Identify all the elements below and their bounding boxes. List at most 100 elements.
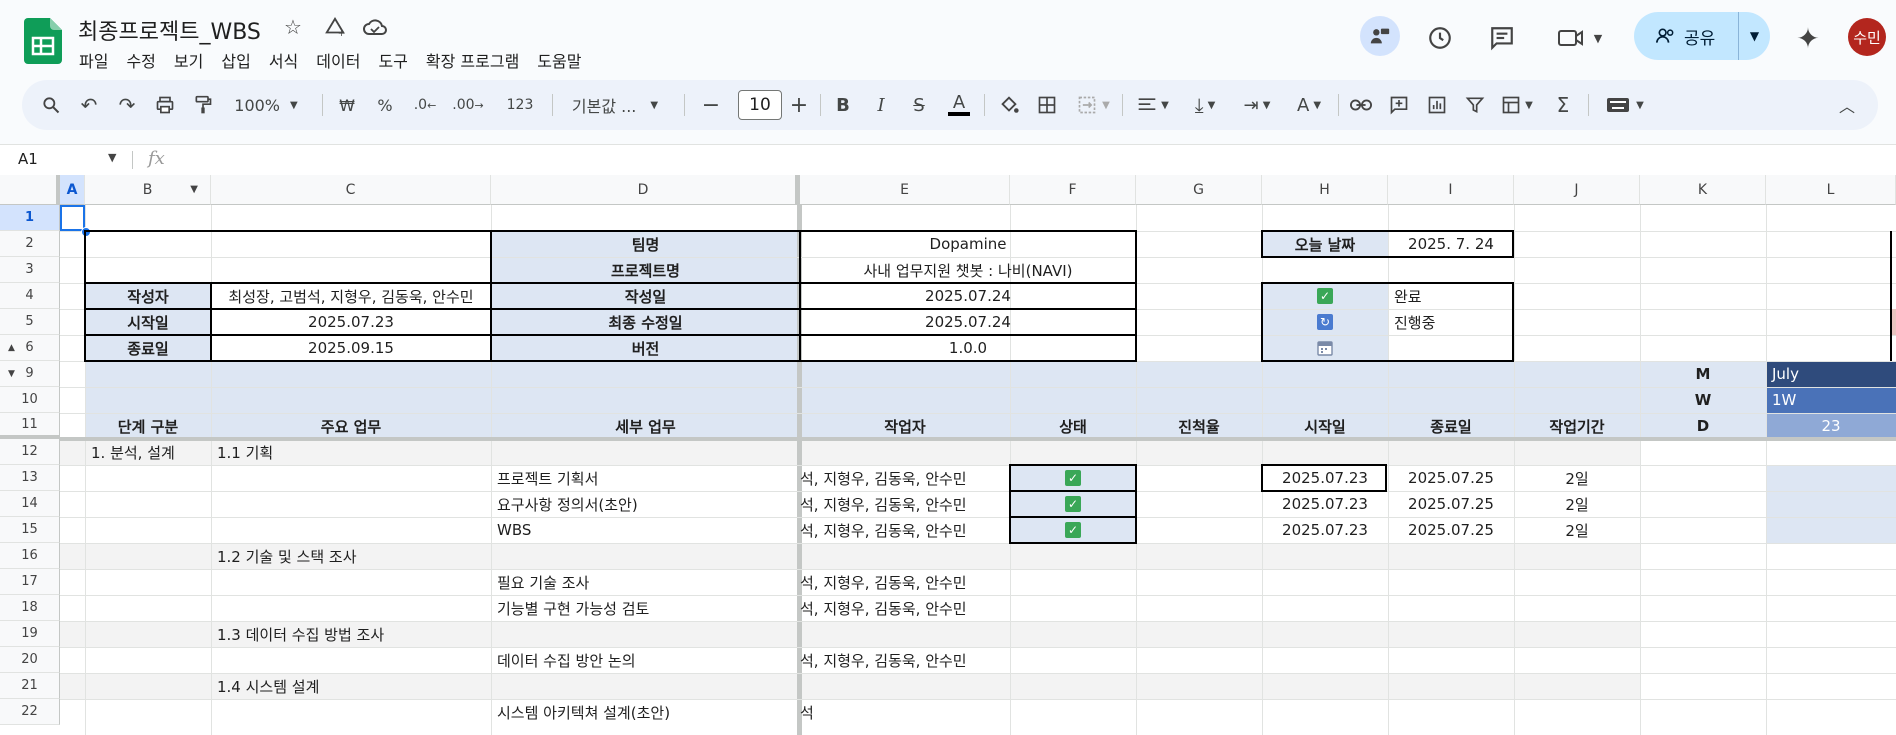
column-header-e[interactable]: E xyxy=(800,175,1010,205)
fill-handle[interactable] xyxy=(81,227,91,237)
task-2-start[interactable]: 2025.07.23 xyxy=(1262,491,1388,517)
task-1-start[interactable]: 2025.07.23 xyxy=(1262,465,1388,491)
task-2-status-checkbox-icon[interactable]: ✓ xyxy=(1010,491,1136,517)
column-header-j[interactable]: J xyxy=(1514,175,1640,205)
row-header-15[interactable]: 15 xyxy=(0,517,60,543)
format-percent-button[interactable]: % xyxy=(372,88,398,122)
row-header-10[interactable]: 10 xyxy=(0,387,60,413)
task-architecture[interactable]: 시스템 아키텍쳐 설계(초안) xyxy=(491,699,800,725)
format-currency-button[interactable]: ₩ xyxy=(334,88,360,122)
row-header-4[interactable]: 4 xyxy=(0,283,60,309)
share-dropdown-chevron-icon[interactable]: ▼ xyxy=(1739,29,1770,43)
chat-bubble-icon[interactable] xyxy=(1360,16,1400,56)
menu-extensions[interactable]: 확장 프로그램 xyxy=(417,48,528,71)
row-header-20[interactable]: 20 xyxy=(0,647,60,673)
collapse-toolbar-icon[interactable]: ︿ xyxy=(1832,88,1862,122)
row-header-22[interactable]: 22 xyxy=(0,699,60,725)
task-1-worker[interactable]: 석, 지형우, 김동욱, 안수민 xyxy=(800,465,1010,491)
today-value[interactable]: 2025. 7. 24 xyxy=(1388,231,1514,257)
row-header-9[interactable]: ▼ 9 xyxy=(0,361,60,387)
filter-views-icon[interactable]: ▼ xyxy=(1494,88,1540,122)
row-header-14[interactable]: 14 xyxy=(0,491,60,517)
input-tools-keyboard-icon[interactable]: ▼ xyxy=(1598,88,1652,122)
row-header-13[interactable]: 13 xyxy=(0,465,60,491)
author-value[interactable]: 최성장, 고범석, 지형우, 김동욱, 안수민 xyxy=(211,283,491,309)
functions-sigma-icon[interactable]: Σ xyxy=(1548,88,1578,122)
text-color-icon[interactable]: A xyxy=(942,88,976,122)
row-header-1[interactable]: 1 xyxy=(0,205,60,231)
increase-font-size-icon[interactable]: + xyxy=(786,88,812,122)
strikethrough-icon[interactable]: S xyxy=(904,88,934,122)
row-header-19[interactable]: 19 xyxy=(0,621,60,647)
filter-icon[interactable] xyxy=(1460,88,1490,122)
task-6-worker[interactable]: 석, 지형우, 김동욱, 안수민 xyxy=(800,647,1010,673)
selected-cell-a1[interactable] xyxy=(60,205,85,231)
team-value[interactable]: Dopamine xyxy=(800,231,1136,257)
task-requirements[interactable]: 요구사항 정의서(초안) xyxy=(491,491,800,517)
task-data-collection[interactable]: 데이터 수집 방안 논의 xyxy=(491,647,800,673)
horizontal-align-icon[interactable]: ▼ xyxy=(1130,88,1176,122)
redo-icon[interactable]: ↷ xyxy=(112,88,142,122)
increase-decimal-button[interactable]: .00 → xyxy=(448,88,488,122)
move-to-drive-icon[interactable]: + xyxy=(320,12,350,42)
created-value[interactable]: 2025.07.24 xyxy=(800,283,1136,309)
column-header-k[interactable]: K xyxy=(1640,175,1766,205)
column-header-c[interactable]: C xyxy=(211,175,491,205)
column-header-d[interactable]: D xyxy=(491,175,800,205)
version-history-icon[interactable] xyxy=(1418,18,1462,58)
task-3-start[interactable]: 2025.07.23 xyxy=(1262,517,1388,543)
filter-dropdown-icon[interactable]: ▼ xyxy=(190,184,198,195)
task-1-end[interactable]: 2025.07.25 xyxy=(1388,465,1514,491)
column-header-g[interactable]: G xyxy=(1136,175,1262,205)
row-header-17[interactable]: 17 xyxy=(0,569,60,595)
zoom-select[interactable]: 100% ▼ xyxy=(230,88,302,122)
project-value[interactable]: 사내 업무지원 챗봇 : 나비(NAVI) xyxy=(800,257,1136,283)
stage-1-label[interactable]: 1. 분석, 설계 xyxy=(85,439,211,465)
task-3-duration[interactable]: 2일 xyxy=(1514,517,1640,543)
task-project-plan[interactable]: 프로젝트 기획서 xyxy=(491,465,800,491)
select-all-corner[interactable] xyxy=(0,175,60,205)
task-3-worker[interactable]: 석, 지형우, 김동욱, 안수민 xyxy=(800,517,1010,543)
number-format-button[interactable]: 123 xyxy=(500,88,540,122)
row-header-16[interactable]: 16 xyxy=(0,543,60,569)
row-header-18[interactable]: 18 xyxy=(0,595,60,621)
task-wbs[interactable]: WBS xyxy=(491,517,800,543)
gemini-sparkle-icon[interactable]: ✦ xyxy=(1786,18,1830,58)
row-header-21[interactable]: 21 xyxy=(0,673,60,699)
column-header-i[interactable]: I xyxy=(1388,175,1514,205)
expand-rows-icon[interactable]: ▼ xyxy=(8,369,15,379)
menu-view[interactable]: 보기 xyxy=(165,48,212,71)
chevron-down-icon[interactable]: ▼ xyxy=(108,151,116,164)
star-icon[interactable]: ☆ xyxy=(278,12,308,42)
insert-chart-icon[interactable] xyxy=(1422,88,1452,122)
cloud-saved-icon[interactable] xyxy=(360,12,390,42)
menu-edit[interactable]: 수정 xyxy=(117,48,164,71)
column-header-a[interactable]: A xyxy=(60,175,85,205)
task-5-worker[interactable]: 석, 지형우, 김동욱, 안수민 xyxy=(800,595,1010,621)
start-date-value[interactable]: 2025.07.23 xyxy=(211,309,491,335)
menu-data[interactable]: 데이터 xyxy=(307,48,369,71)
task-1-status-checkbox-icon[interactable]: ✓ xyxy=(1010,465,1136,491)
task-tech-research[interactable]: 필요 기술 조사 xyxy=(491,569,800,595)
borders-icon[interactable] xyxy=(1032,88,1062,122)
decrease-decimal-button[interactable]: .0 ← xyxy=(408,88,442,122)
column-header-b[interactable]: B ▼ xyxy=(85,175,211,205)
undo-icon[interactable]: ↶ xyxy=(74,88,104,122)
task-2-worker[interactable]: 석, 지형우, 김동욱, 안수민 xyxy=(800,491,1010,517)
fill-color-icon[interactable] xyxy=(994,88,1024,122)
avatar[interactable]: 수민 xyxy=(1848,18,1886,56)
font-size-input[interactable]: 10 xyxy=(738,90,782,120)
comments-icon[interactable] xyxy=(1480,18,1524,58)
task-3-end[interactable]: 2025.07.25 xyxy=(1388,517,1514,543)
paint-format-icon[interactable] xyxy=(188,88,218,122)
task-4-worker[interactable]: 석, 지형우, 김동욱, 안수민 xyxy=(800,569,1010,595)
column-header-h[interactable]: H xyxy=(1262,175,1388,205)
menu-file[interactable]: 파일 xyxy=(70,48,117,71)
group-1-4[interactable]: 1.4 시스템 설계 xyxy=(211,673,491,699)
name-box[interactable]: A1 xyxy=(18,150,38,168)
task-1-duration[interactable]: 2일 xyxy=(1514,465,1640,491)
menu-tools[interactable]: 도구 xyxy=(369,48,416,71)
bold-icon[interactable]: B xyxy=(828,88,858,122)
search-menus-icon[interactable] xyxy=(36,88,66,122)
insert-link-icon[interactable] xyxy=(1346,88,1376,122)
